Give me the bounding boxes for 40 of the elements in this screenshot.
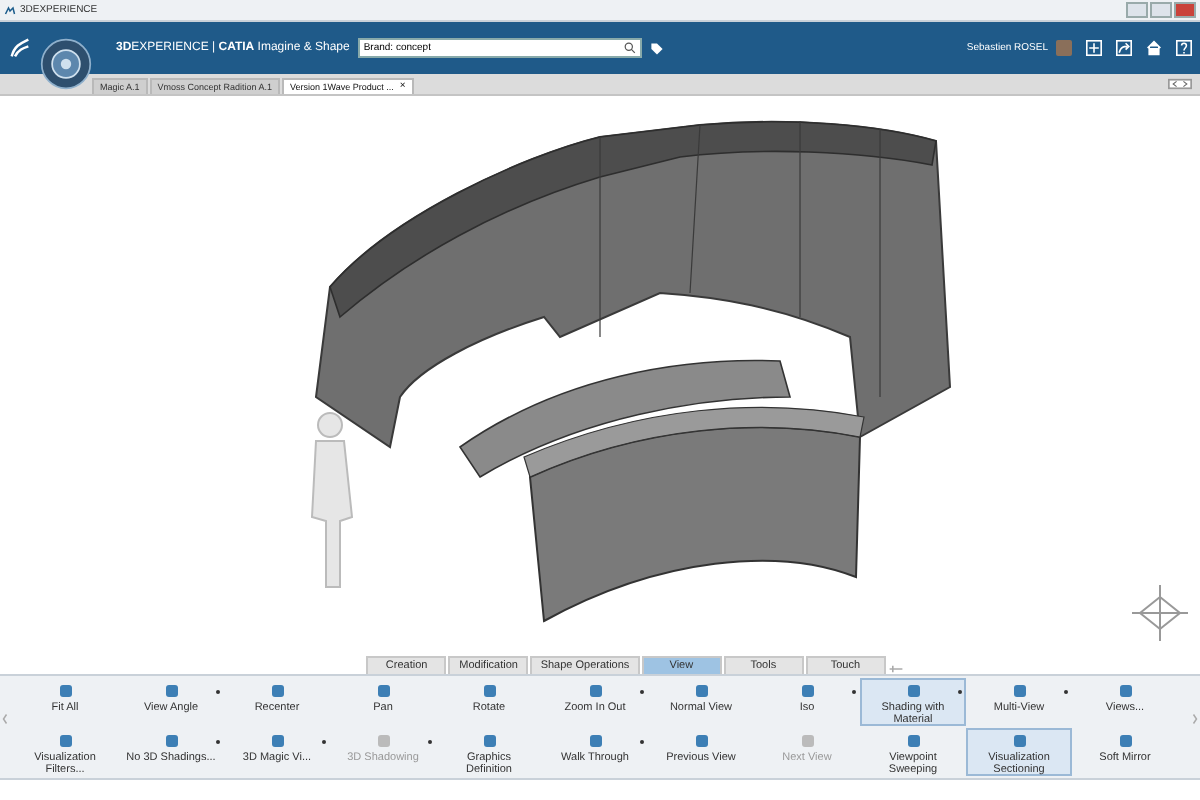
rounded-square-icon [373, 682, 393, 702]
tab-scroll-arrows-icon[interactable] [1168, 78, 1192, 90]
rounded-square-icon [161, 732, 181, 752]
dropdown-dot-icon[interactable] [850, 688, 858, 696]
app-logo-icon [4, 5, 16, 15]
view-compass-icon[interactable] [1131, 584, 1189, 642]
rounded-square-icon [585, 732, 605, 752]
home-icon[interactable] [1146, 40, 1162, 56]
dropdown-dot-icon[interactable] [214, 688, 222, 696]
dropdown-dot-icon[interactable] [638, 738, 646, 746]
rounded-square-icon [1009, 732, 1029, 752]
dropdown-dot-icon[interactable] [320, 738, 328, 746]
rounded-square-icon [691, 682, 711, 702]
rounded-square-icon [691, 732, 711, 752]
dropdown-dot-icon[interactable] [214, 738, 222, 746]
add-icon[interactable] [1086, 40, 1102, 56]
rounded-square-icon [797, 682, 817, 702]
rounded-square-icon [1009, 682, 1029, 702]
rounded-square-icon [55, 682, 75, 702]
search-icon[interactable] [623, 42, 636, 54]
rounded-square-icon [267, 682, 287, 702]
rounded-square-icon [1115, 732, 1135, 752]
rounded-square-icon [585, 682, 605, 702]
ds-logo-icon [8, 38, 32, 58]
dropdown-dot-icon[interactable] [1062, 688, 1070, 696]
rounded-square-icon [797, 732, 817, 752]
rounded-square-icon [903, 682, 923, 702]
dropdown-dot-icon[interactable] [956, 688, 964, 696]
rounded-square-icon [55, 732, 75, 752]
tag-icon[interactable] [649, 41, 664, 55]
rounded-square-icon [479, 732, 499, 752]
rounded-square-icon [373, 732, 393, 752]
dropdown-dot-icon[interactable] [638, 688, 646, 696]
help-icon[interactable] [1176, 40, 1192, 56]
rounded-square-icon [903, 732, 923, 752]
rounded-square-icon [479, 682, 499, 702]
share-icon[interactable] [1116, 40, 1132, 56]
rounded-square-icon [1115, 682, 1135, 702]
rounded-square-icon [161, 682, 181, 702]
rounded-square-icon [267, 732, 287, 752]
